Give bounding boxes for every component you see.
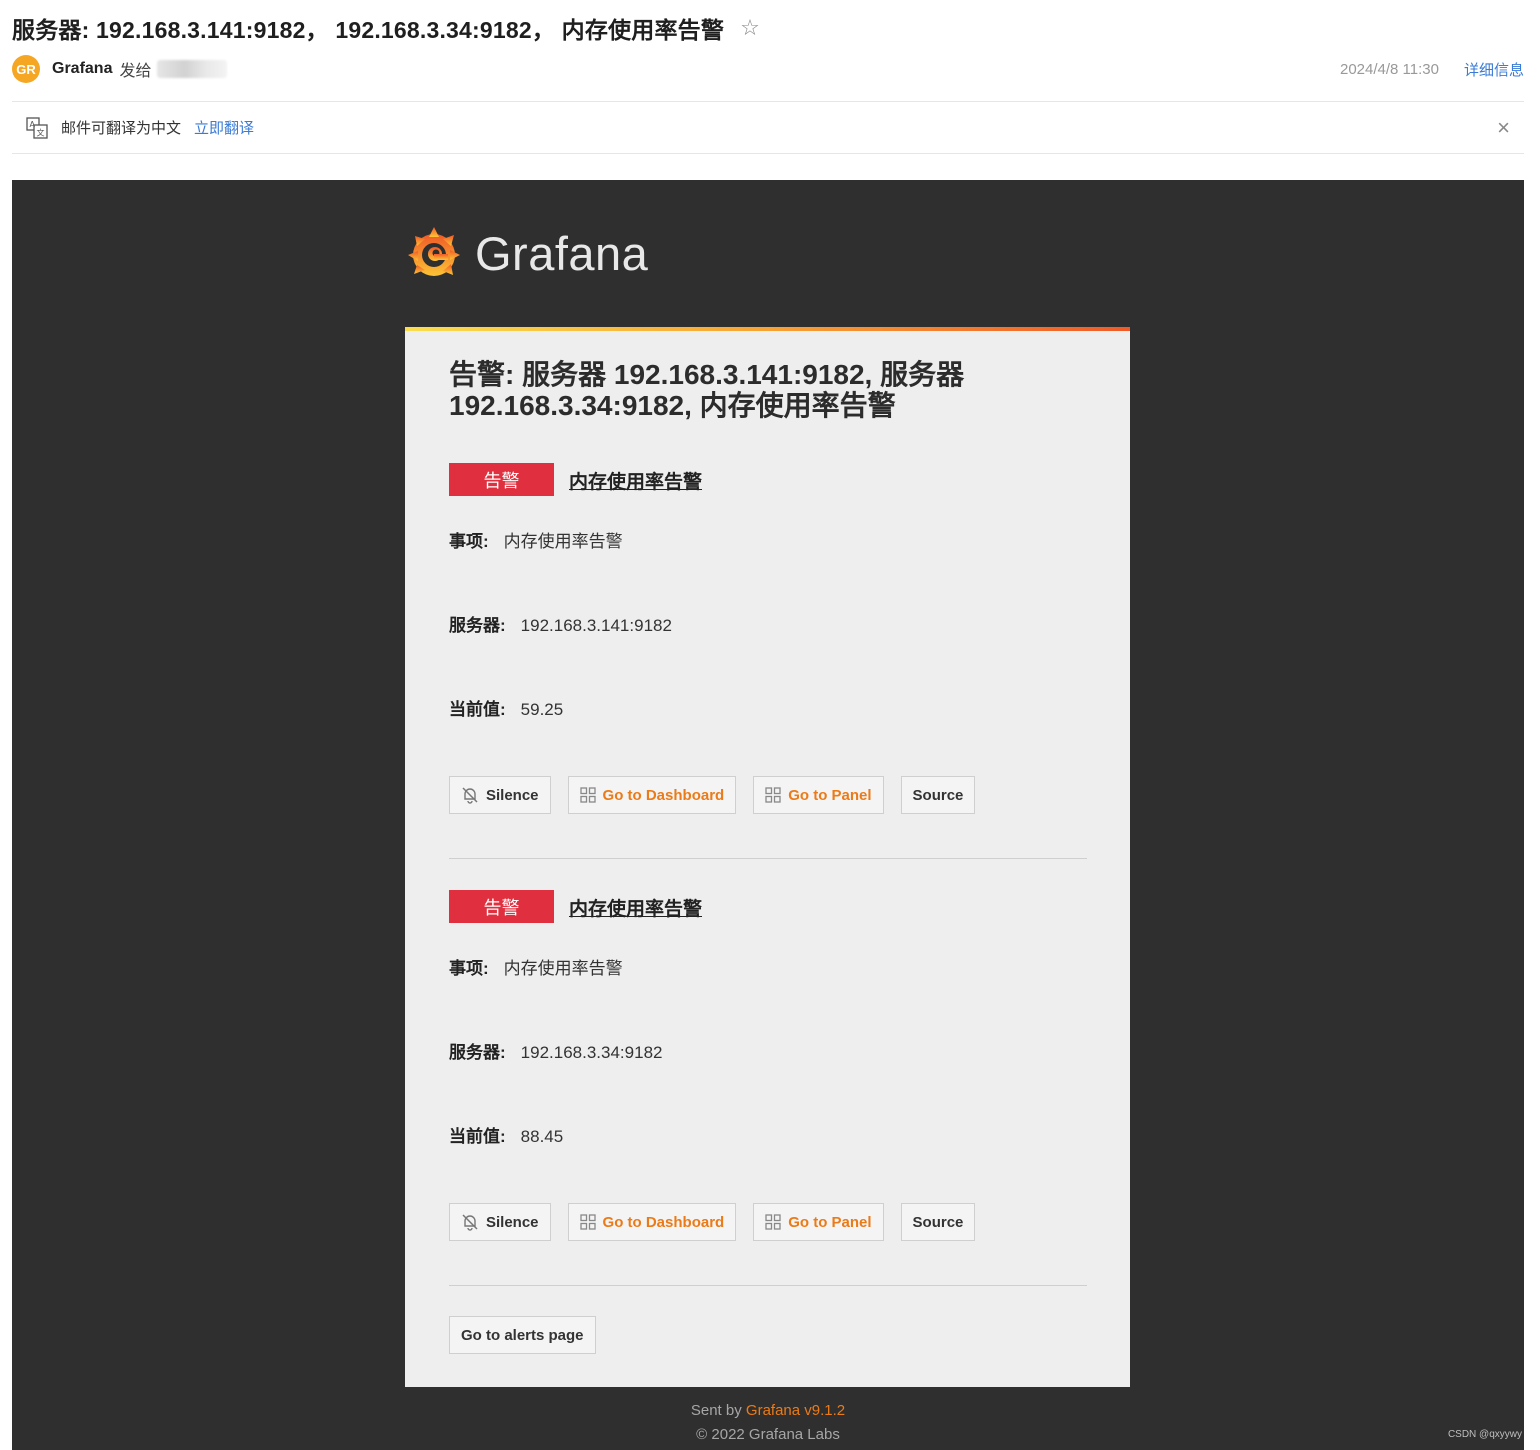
source-button[interactable]: Source (900, 776, 976, 814)
go-to-panel-button[interactable]: Go to Panel (753, 1203, 884, 1241)
field-value: 192.168.3.34:9182 (520, 1043, 663, 1062)
action-buttons: Silence Go to Dashboard Go to Panel Sour… (449, 1203, 992, 1241)
avatar: GR (12, 55, 40, 83)
silence-button[interactable]: Silence (449, 1203, 551, 1241)
translate-now-link[interactable]: 立即翻译 (194, 117, 254, 138)
detail-info-link[interactable]: 详细信息 (1464, 59, 1524, 80)
field-label: 当前值: (449, 700, 506, 719)
email-subject-row: 服务器: 192.168.3.141:9182， 192.168.3.34:91… (12, 12, 760, 44)
alerts-page-label: Go to alerts page (461, 1326, 584, 1344)
field-label: 服务器: (449, 616, 506, 635)
card-accent-bar (405, 327, 1130, 331)
email-date: 2024/4/8 11:30 (1340, 60, 1439, 78)
apps-grid-icon (579, 1214, 596, 1230)
go-to-dashboard-button[interactable]: Go to Dashboard (567, 776, 737, 814)
field-summary: 事项: 内存使用率告警 (449, 527, 623, 552)
grafana-logo-text: Grafana (475, 226, 649, 280)
field-server: 服务器: 192.168.3.34:9182 (449, 1038, 662, 1063)
go-to-panel-button[interactable]: Go to Panel (753, 776, 884, 814)
star-icon[interactable]: ☆ (740, 15, 760, 41)
card-title: 告警: 服务器 192.168.3.141:9182, 服务器 192.168.… (449, 359, 965, 421)
field-server: 服务器: 192.168.3.141:9182 (449, 611, 672, 636)
silence-button[interactable]: Silence (449, 776, 551, 814)
footer-sent-by: Sent by Grafana v9.1.2 (12, 1402, 1524, 1419)
alerts-page-row: Go to alerts page (449, 1316, 613, 1354)
panel-label: Go to Panel (788, 786, 872, 804)
silence-label: Silence (486, 786, 539, 804)
field-label: 事项: (449, 959, 489, 978)
field-current-value: 当前值: 88.45 (449, 1122, 563, 1147)
field-label: 当前值: (449, 1127, 506, 1146)
svg-text:A: A (30, 120, 36, 129)
dashboard-label: Go to Dashboard (602, 786, 725, 804)
sender-name[interactable]: Grafana (52, 60, 112, 78)
field-value: 59.25 (520, 700, 564, 719)
field-summary: 事项: 内存使用率告警 (449, 954, 623, 979)
footer-copyright: © 2022 Grafana Labs (696, 1426, 840, 1443)
apps-grid-icon (765, 1214, 781, 1230)
bell-slash-icon (461, 1213, 479, 1231)
status-badge: 告警 (449, 463, 554, 496)
translate-icon: A 文 (26, 116, 48, 139)
field-value: 192.168.3.141:9182 (520, 616, 672, 635)
alert-name-link[interactable]: 内存使用率告警 (569, 467, 702, 494)
dashboard-label: Go to Dashboard (602, 1213, 725, 1231)
go-to-dashboard-button[interactable]: Go to Dashboard (567, 1203, 737, 1241)
source-button[interactable]: Source (900, 1203, 976, 1241)
email-subject: 服务器: 192.168.3.141:9182， 192.168.3.34:91… (12, 17, 725, 43)
field-label: 服务器: (449, 1043, 506, 1062)
recipient-redacted (157, 60, 228, 78)
source-label: Source (912, 1213, 964, 1231)
watermark: CSDN @qxyywy (1447, 1429, 1522, 1440)
alert-separator (449, 858, 1087, 859)
send-to-label: 发给 (119, 63, 152, 80)
field-value: 内存使用率告警 (503, 959, 623, 978)
apps-grid-icon (765, 787, 781, 803)
email-body: Grafana 告警: 服务器 192.168.3.141:9182, 服务器 … (12, 180, 1524, 1450)
field-value: 内存使用率告警 (503, 532, 623, 551)
panel-label: Go to Panel (788, 1213, 872, 1231)
grafana-logo: Grafana (405, 220, 648, 286)
field-value: 88.45 (520, 1127, 564, 1146)
sent-by-text: Sent by (690, 1402, 742, 1419)
translate-text: 邮件可翻译为中文 (61, 120, 182, 137)
grafana-logo-icon (408, 227, 460, 276)
source-label: Source (912, 786, 964, 804)
go-to-alerts-page-button[interactable]: Go to alerts page (449, 1316, 596, 1354)
alert-card: 告警: 服务器 192.168.3.141:9182, 服务器 192.168.… (405, 327, 1130, 1387)
svg-text:文: 文 (37, 127, 45, 137)
silence-label: Silence (486, 1213, 539, 1231)
grafana-version-link[interactable]: Grafana v9.1.2 (746, 1402, 845, 1419)
field-label: 事项: (449, 532, 489, 551)
apps-grid-icon (579, 787, 596, 803)
status-badge: 告警 (449, 890, 554, 923)
alert-name-link[interactable]: 内存使用率告警 (569, 894, 702, 921)
alert-separator (449, 1285, 1087, 1286)
field-current-value: 当前值: 59.25 (449, 695, 563, 720)
sender-row: GR Grafana 发给 2024/4/8 11:30 详细信息 (12, 54, 1524, 84)
translate-bar: A 文 邮件可翻译为中文 立即翻译 × (12, 102, 1524, 154)
close-icon[interactable]: × (1497, 115, 1510, 141)
action-buttons: Silence Go to Dashboard Go to Panel Sour… (449, 776, 992, 814)
bell-slash-icon (461, 786, 479, 804)
